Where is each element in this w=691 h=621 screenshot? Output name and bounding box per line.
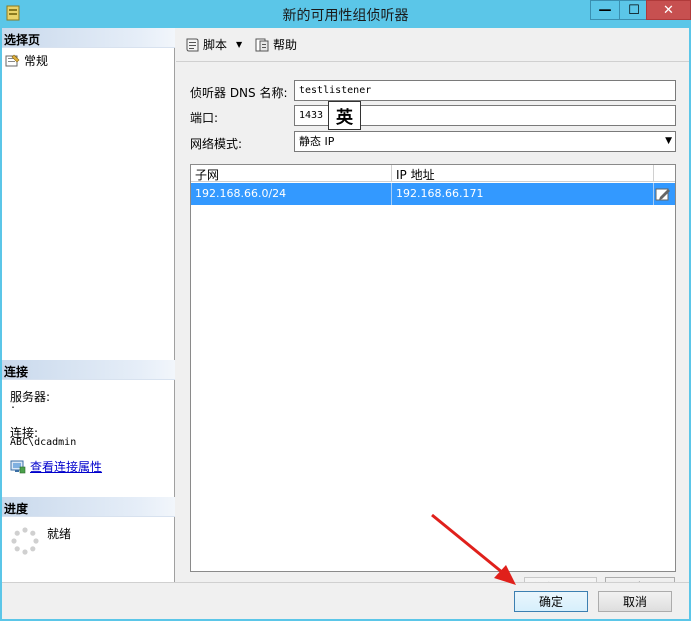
- connection-value: ABC\dcadmin: [10, 437, 77, 448]
- subnet-cell[interactable]: 192.168.66.0/24: [191, 183, 392, 205]
- progress-header: 进度: [2, 497, 175, 517]
- network-mode-label: 网络模式:: [190, 137, 243, 151]
- help-label: 帮助: [273, 38, 298, 52]
- ok-button[interactable]: 确定: [514, 591, 588, 612]
- close-button[interactable]: ✕: [646, 0, 691, 20]
- left-panel: 选择页 常规 连接 服务器: . 连接: ABC\dcadmin 查看连接属性 …: [2, 28, 175, 582]
- page-icon: [5, 54, 20, 66]
- chevron-down-icon[interactable]: ▼: [236, 40, 242, 49]
- dialog-client: 选择页 常规 连接 服务器: . 连接: ABC\dcadmin 查看连接属性 …: [2, 28, 689, 619]
- server-value: .: [10, 400, 17, 411]
- port-label: 端口:: [190, 111, 219, 125]
- column-header-subnet[interactable]: 子网: [191, 165, 392, 182]
- nav-item-general[interactable]: 常规: [5, 52, 48, 68]
- column-header-edit: [654, 165, 675, 182]
- ime-indicator: 英: [328, 101, 361, 130]
- properties-icon: [10, 460, 26, 473]
- dns-name-input[interactable]: testlistener: [294, 80, 676, 101]
- table-row[interactable]: 192.168.66.0/24 192.168.66.171: [191, 183, 675, 205]
- chevron-down-icon: ▼: [665, 136, 672, 146]
- network-mode-select[interactable]: 静态 IP ▼: [294, 131, 676, 152]
- ip-address-cell[interactable]: 192.168.66.171: [392, 183, 654, 205]
- edit-icon[interactable]: [655, 186, 671, 202]
- minimize-button[interactable]: —: [590, 0, 620, 20]
- dns-name-label: 侦听器 DNS 名称:: [190, 86, 288, 100]
- nav-item-label: 常规: [24, 53, 49, 68]
- cancel-button[interactable]: 取消: [598, 591, 672, 612]
- dialog-button-bar: 确定 取消: [2, 582, 689, 619]
- help-icon: [255, 38, 269, 51]
- help-button[interactable]: 帮助: [254, 36, 297, 53]
- progress-spinner-icon: [11, 527, 39, 555]
- script-button[interactable]: 脚本 ▼: [184, 36, 242, 53]
- maximize-button[interactable]: ☐: [619, 0, 649, 20]
- script-icon: [186, 38, 199, 51]
- window-title: 新的可用性组侦听器: [282, 8, 409, 24]
- toolbar: 脚本 ▼ 帮助: [176, 28, 689, 62]
- grid-header: 子网 IP 地址: [191, 165, 675, 182]
- select-page-header: 选择页: [2, 28, 175, 48]
- view-connection-properties[interactable]: 查看连接属性: [10, 458, 102, 475]
- connection-header: 连接: [2, 360, 175, 380]
- view-connection-link[interactable]: 查看连接属性: [30, 458, 102, 475]
- script-label: 脚本: [203, 38, 228, 52]
- network-mode-value: 静态 IP: [299, 135, 335, 148]
- progress-status: 就绪: [47, 527, 72, 541]
- dialog-window: 新的可用性组侦听器 — ☐ ✕ 选择页 常规 连接 服务器: . 连接: ABC…: [0, 0, 691, 621]
- annotation-arrow-icon: [431, 513, 516, 585]
- column-header-ip[interactable]: IP 地址: [392, 165, 654, 182]
- title-bar[interactable]: 新的可用性组侦听器 — ☐ ✕: [0, 0, 691, 28]
